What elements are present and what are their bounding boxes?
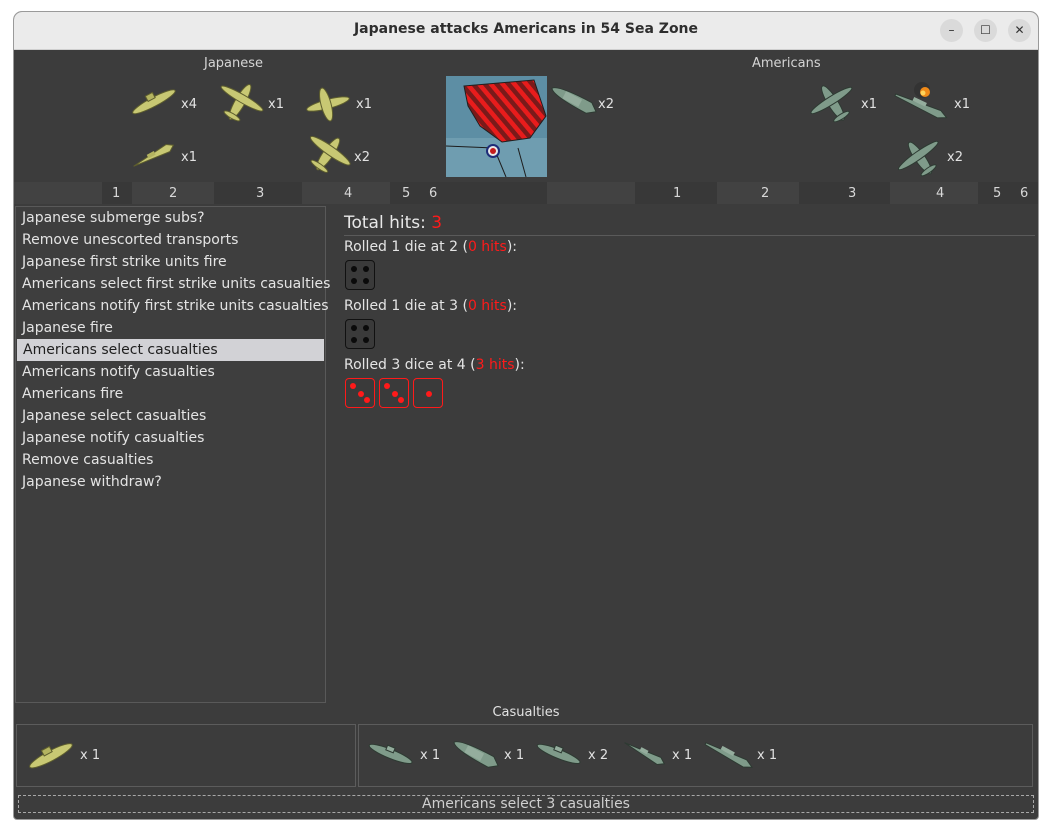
step-item[interactable]: Japanese submerge subs? [16, 207, 325, 229]
total-hits-value: 3 [431, 213, 443, 233]
roll-tick-right-3: 3 [848, 186, 857, 201]
sea-zone-territory-image [445, 76, 547, 181]
roll-strip [14, 182, 1038, 204]
status-message: Americans select 3 casualties [18, 795, 1034, 813]
japanese-destroyer-count: x1 [181, 150, 197, 165]
close-button[interactable]: ✕ [1008, 19, 1031, 42]
roll-tick-right-4: 4 [936, 186, 945, 201]
step-item[interactable]: Japanese select casualties [16, 405, 325, 427]
die-3 [379, 378, 409, 408]
japanese-submarine-unit [126, 80, 180, 124]
total-hits-label: Total hits: [344, 213, 432, 233]
japanese-casualties-box: x 1 [16, 724, 356, 787]
roll-hits: 0 hits [467, 239, 507, 255]
roll-tick-right-2: 2 [761, 186, 770, 201]
roll-prefix: Rolled 1 die at 3 ( [344, 298, 468, 314]
maximize-button[interactable]: ☐ [974, 19, 997, 42]
japanese-submarine-count: x4 [181, 97, 197, 112]
die-4 [345, 319, 375, 349]
roll-tick-left-1: 1 [112, 186, 121, 201]
roll-tick-left-6: 6 [429, 186, 438, 201]
step-item[interactable]: Remove casualties [16, 449, 325, 471]
american-transport-unit [547, 78, 601, 126]
american-fighter-count: x1 [861, 97, 877, 112]
total-hits: Total hits: 3 [344, 213, 442, 233]
roll-tick-right-6: 6 [1020, 186, 1029, 201]
american-submarine-casualty[interactable] [365, 737, 417, 773]
roll-prefix: Rolled 3 dice at 4 ( [344, 357, 476, 373]
step-item[interactable]: Japanese fire [16, 317, 325, 339]
japanese-fighter-unit [214, 78, 266, 130]
roll-tick-right-5: 5 [993, 186, 1002, 201]
dice-row-1 [345, 260, 375, 290]
roll-tick-left-3: 3 [256, 186, 265, 201]
roll-tick-right-1: 1 [673, 186, 682, 201]
die-5 [345, 260, 375, 290]
american-battleship-casualty-count: x 1 [757, 748, 778, 763]
minimize-button[interactable]: – [940, 19, 963, 42]
step-item[interactable]: Japanese withdraw? [16, 471, 325, 493]
japanese-tactical-bomber-unit [302, 84, 354, 128]
roll-tick-left-4: 4 [344, 186, 353, 201]
roll-line-2: Rolled 1 die at 3 (0 hits): [344, 298, 517, 314]
roll-tick-left-5: 5 [402, 186, 411, 201]
results-divider [344, 235, 1035, 236]
step-item[interactable]: Americans fire [16, 383, 325, 405]
roll-suffix: ): [506, 298, 518, 314]
step-item[interactable]: Remove unescorted transports [16, 229, 325, 251]
american-damaged-battleship-count: x1 [954, 97, 970, 112]
american-damaged-battleship-unit [892, 76, 952, 130]
dice-results-panel: Total hits: 3 Rolled 1 die at 2 (0 hits)… [328, 206, 1038, 703]
step-item-selected[interactable]: Americans select casualties [17, 339, 324, 361]
defender-label: Americans [752, 56, 821, 71]
american-submarine-casualty[interactable] [533, 737, 585, 773]
american-destroyer-casualty-count: x 1 [672, 748, 693, 763]
dice-row-2 [345, 319, 375, 349]
roll-line-3: Rolled 3 dice at 4 (3 hits): [344, 357, 525, 373]
american-fighter-unit [894, 136, 946, 184]
roll-tick-left-2: 2 [169, 186, 178, 201]
roll-hits: 0 hits [467, 298, 507, 314]
title-bar: Japanese attacks Americans in 54 Sea Zon… [14, 12, 1038, 50]
attacker-label: Japanese [204, 56, 264, 71]
step-item[interactable]: Americans notify casualties [16, 361, 325, 383]
american-fighter-count: x2 [947, 150, 963, 165]
roll-line-1: Rolled 1 die at 2 (0 hits): [344, 239, 517, 255]
japanese-destroyer-unit [128, 138, 178, 178]
roll-hits: 3 hits [475, 357, 515, 373]
american-transport-casualty[interactable] [449, 733, 503, 779]
american-transport-casualty-count: x 1 [504, 748, 525, 763]
step-item[interactable]: Americans select first strike units casu… [16, 273, 330, 295]
japanese-submarine-casualty[interactable] [23, 731, 77, 781]
american-submarine-casualty-count: x 1 [420, 748, 441, 763]
step-item[interactable]: Japanese notify casualties [16, 427, 325, 449]
battle-steps-list[interactable]: Japanese submerge subs? Remove unescorte… [15, 206, 330, 703]
die-3 [345, 378, 375, 408]
step-item[interactable]: Americans notify first strike units casu… [16, 295, 329, 317]
battle-window: Japanese attacks Americans in 54 Sea Zon… [13, 11, 1039, 820]
japanese-bomber-count: x2 [354, 150, 370, 165]
casualties-title: Casualties [492, 705, 560, 720]
japanese-fighter-count: x1 [268, 97, 284, 112]
american-transport-count: x2 [598, 97, 614, 112]
roll-suffix: ): [514, 357, 525, 373]
japanese-submarine-casualty-count: x 1 [80, 748, 101, 763]
dice-row-3 [345, 378, 443, 408]
roll-suffix: ): [506, 239, 518, 255]
american-destroyer-casualty[interactable] [619, 735, 669, 775]
japanese-tactical-bomber-count: x1 [356, 97, 372, 112]
step-item[interactable]: Japanese first strike units fire [16, 251, 325, 273]
american-fighter-unit [807, 80, 859, 130]
window-title: Japanese attacks Americans in 54 Sea Zon… [353, 21, 699, 37]
american-casualties-box: x 1 x 1 x 2 x 1 x 1 [358, 724, 1033, 787]
die-1 [413, 378, 443, 408]
roll-prefix: Rolled 1 die at 2 ( [344, 239, 468, 255]
japanese-bomber-unit [302, 132, 354, 180]
american-battleship-casualty[interactable] [701, 735, 757, 779]
american-submarine-casualty-count: x 2 [588, 748, 609, 763]
